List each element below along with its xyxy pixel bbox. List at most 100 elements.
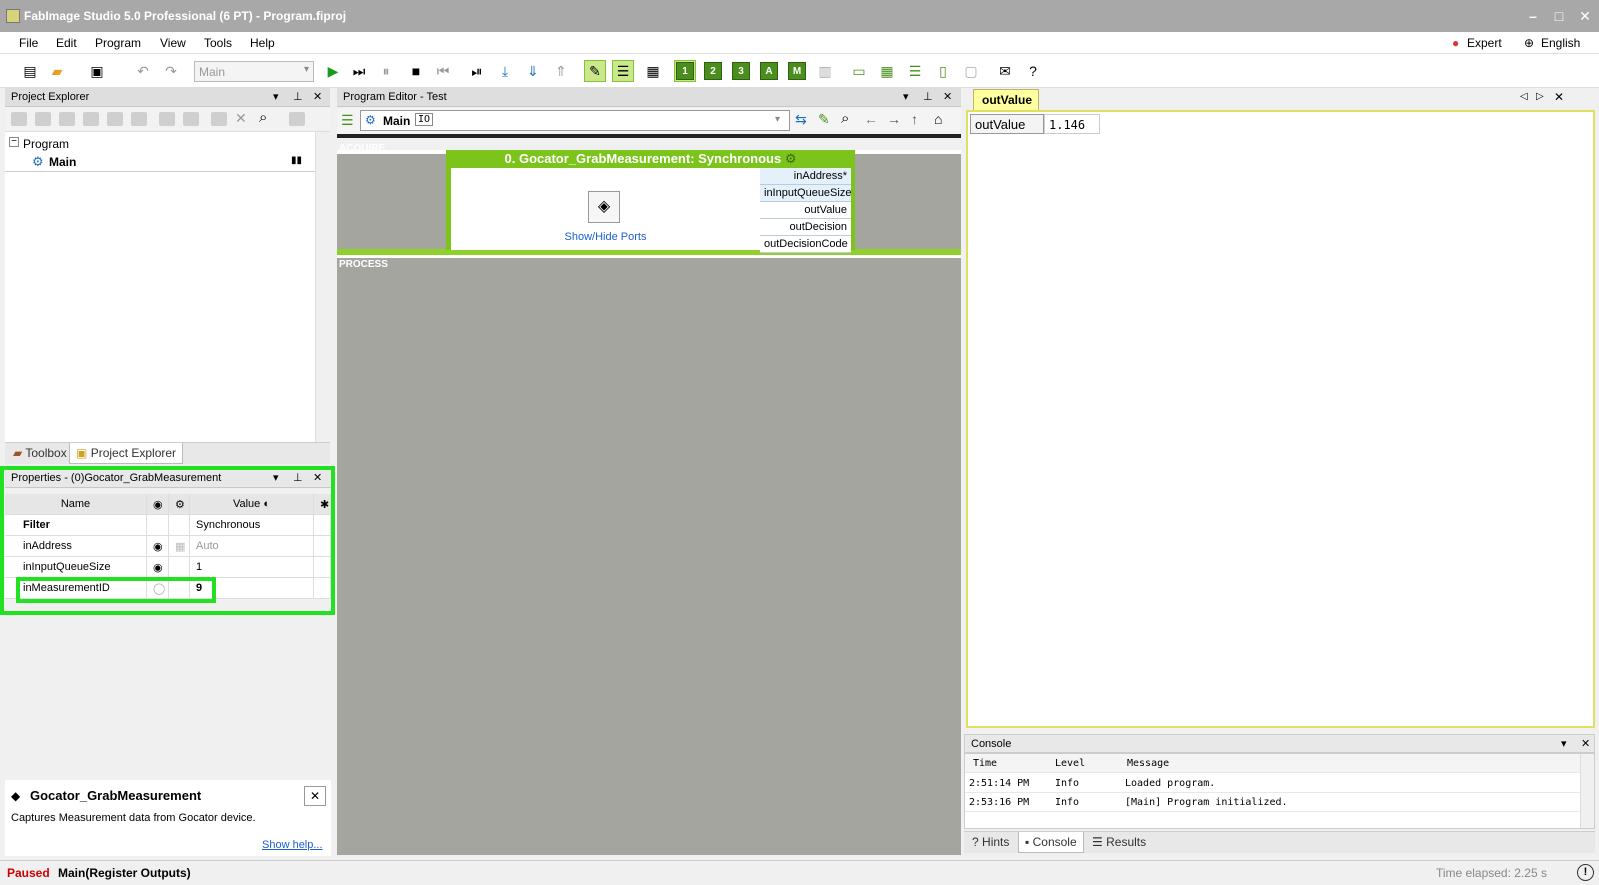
close-icon[interactable]: ✕ xyxy=(1581,737,1590,750)
tab-hints[interactable]: ? Hints xyxy=(966,832,1015,853)
close-icon[interactable]: ✕ xyxy=(943,90,952,103)
close-icon[interactable]: ✕ xyxy=(1554,90,1564,104)
menu-help[interactable]: Help xyxy=(250,36,275,50)
step-out-icon[interactable]: ⇑ xyxy=(550,60,572,82)
mail-icon[interactable]: ✉ xyxy=(994,60,1016,82)
chevron-down-icon[interactable]: ▾ xyxy=(1561,737,1567,750)
tree-node-main[interactable]: ⚙ Main ▮▮ xyxy=(5,152,315,172)
arrow-up-icon[interactable]: ↑ xyxy=(911,111,918,127)
view-single-icon[interactable]: ▭ xyxy=(848,60,870,82)
list-icon[interactable]: ☰ xyxy=(341,112,354,129)
port-outvalue[interactable]: outValue xyxy=(760,202,851,219)
swap-icon[interactable]: ⇆ xyxy=(795,111,807,128)
console-row[interactable]: 2:53:16 PM Info [Main] Program initializ… xyxy=(965,793,1582,812)
search-icon[interactable]: ⌕ xyxy=(259,109,267,126)
tree-node-program[interactable]: − Program xyxy=(5,134,315,154)
export-icon[interactable] xyxy=(183,112,199,126)
step-icon[interactable]: ⏭ xyxy=(348,60,370,82)
show-help-link[interactable]: Show help... xyxy=(262,839,323,851)
hmi-icon[interactable]: ▢ xyxy=(960,60,982,82)
tab-project-explorer[interactable]: ▣ Project Explorer xyxy=(69,443,184,464)
arrow-right-icon[interactable]: ▷ xyxy=(1536,91,1544,102)
port-outdecisioncode[interactable]: outDecisionCode xyxy=(760,236,851,253)
layout-3-button[interactable]: 3 xyxy=(730,60,752,82)
console-row[interactable]: 2:51:14 PM Info Loaded program. xyxy=(965,774,1582,793)
view-columns-icon[interactable]: ▯ xyxy=(932,60,954,82)
port-ininputqueuesize[interactable]: inInputQueueSize xyxy=(760,185,851,202)
port-outdecision[interactable]: outDecision xyxy=(760,219,851,236)
menu-tools[interactable]: Tools xyxy=(204,36,232,50)
chevron-down-icon[interactable]: ▾ xyxy=(273,90,279,103)
arrow-left-icon[interactable]: ← xyxy=(864,111,878,127)
menu-view[interactable]: View xyxy=(160,36,186,50)
tag-icon[interactable] xyxy=(289,112,305,126)
list-icon[interactable]: ☰ xyxy=(612,60,634,82)
help-icon[interactable]: ? xyxy=(1022,60,1044,82)
home-icon[interactable]: ⌂ xyxy=(934,111,942,127)
chevron-down-icon[interactable]: ▾ xyxy=(903,90,909,103)
filter-block[interactable]: 0. Gocator_GrabMeasurement: Synchronous … xyxy=(446,150,855,253)
reset-icon[interactable]: ⏮ xyxy=(432,60,454,82)
language-button[interactable]: English xyxy=(1541,36,1580,50)
macro-selector[interactable]: ⚙ Main IO ▾ xyxy=(360,110,790,131)
minimize-button[interactable]: – xyxy=(1523,7,1543,25)
collapse-icon[interactable]: − xyxy=(9,137,19,147)
step-over-icon[interactable]: ⤓ xyxy=(494,60,516,82)
console-scrollbar[interactable] xyxy=(1580,754,1594,828)
tab-outvalue[interactable]: outValue xyxy=(973,89,1039,110)
tab-console[interactable]: ▪ Console xyxy=(1018,832,1084,853)
show-hide-ports-link[interactable]: Show/Hide Ports xyxy=(451,231,760,243)
add-worker-icon[interactable] xyxy=(131,112,147,126)
search-icon[interactable]: ⌕ xyxy=(841,110,849,127)
project-explorer-scrollbar[interactable] xyxy=(315,132,330,442)
expert-mode-button[interactable]: Expert xyxy=(1467,36,1502,50)
menu-edit[interactable]: Edit xyxy=(56,36,77,50)
layout-2-button[interactable]: 2 xyxy=(702,60,724,82)
iterate-icon[interactable]: ⏯ xyxy=(466,60,488,82)
gear-icon[interactable]: ⚙ xyxy=(785,151,797,166)
arrow-left-icon[interactable]: ◁ xyxy=(1520,91,1528,102)
new-file-icon[interactable]: ▤ xyxy=(19,60,41,82)
program-selector[interactable]: Main xyxy=(194,61,314,82)
port-inaddress[interactable]: inAddress* xyxy=(760,168,851,185)
stop-icon[interactable]: ■ xyxy=(405,60,427,82)
save-icon[interactable]: ▣ xyxy=(86,60,108,82)
statistics-icon[interactable]: ▦ xyxy=(642,60,664,82)
layout-a-button[interactable]: A xyxy=(758,60,780,82)
add-step-icon[interactable] xyxy=(83,112,99,126)
tab-toolbox[interactable]: ▰ Toolbox xyxy=(7,443,73,464)
redo-icon[interactable]: ↷ xyxy=(160,60,182,82)
layout-1-button[interactable]: 1 xyxy=(674,60,696,82)
program-editor-header: Program Editor - Test ▾ ⊥ ✕ xyxy=(337,88,961,107)
delete-icon[interactable]: ✕ xyxy=(235,110,247,127)
view-rows-icon[interactable]: ☰ xyxy=(904,60,926,82)
add-icon[interactable] xyxy=(11,112,27,126)
add-task-icon[interactable] xyxy=(107,112,123,126)
undo-icon[interactable]: ↶ xyxy=(132,60,154,82)
info-icon[interactable]: ! xyxy=(1577,864,1594,881)
menu-file[interactable]: File xyxy=(19,36,38,50)
pin-icon[interactable]: ⊥ xyxy=(293,90,303,103)
step-into-icon[interactable]: ⇓ xyxy=(522,60,544,82)
close-icon[interactable]: ✕ xyxy=(313,90,322,103)
pause-icon[interactable]: ⏸ xyxy=(375,60,397,82)
open-folder-icon[interactable]: ▰ xyxy=(46,60,68,82)
tab-results[interactable]: ☰ Results xyxy=(1086,832,1152,853)
layout-m-button[interactable]: M xyxy=(786,60,808,82)
close-window-button[interactable]: ✕ xyxy=(1575,7,1595,25)
maximize-button[interactable]: □ xyxy=(1549,7,1569,25)
import-icon[interactable] xyxy=(159,112,175,126)
view-grid-icon[interactable]: ▦ xyxy=(876,60,898,82)
gear-icon: ⚙ xyxy=(365,113,376,127)
menu-program[interactable]: Program xyxy=(95,36,141,50)
settings-icon[interactable] xyxy=(211,112,227,126)
tools-icon[interactable]: ✎ xyxy=(584,60,606,82)
pin-icon[interactable]: ⊥ xyxy=(923,90,933,103)
add-macro-icon[interactable] xyxy=(35,112,51,126)
add-list-icon[interactable] xyxy=(59,112,75,126)
program-context: Main(Register Outputs) xyxy=(58,866,191,880)
edit-icon[interactable]: ✎ xyxy=(818,111,830,128)
arrow-right-icon[interactable]: → xyxy=(887,111,901,127)
close-description-button[interactable]: ✕ xyxy=(304,786,326,806)
run-icon[interactable]: ▶ xyxy=(322,60,344,82)
